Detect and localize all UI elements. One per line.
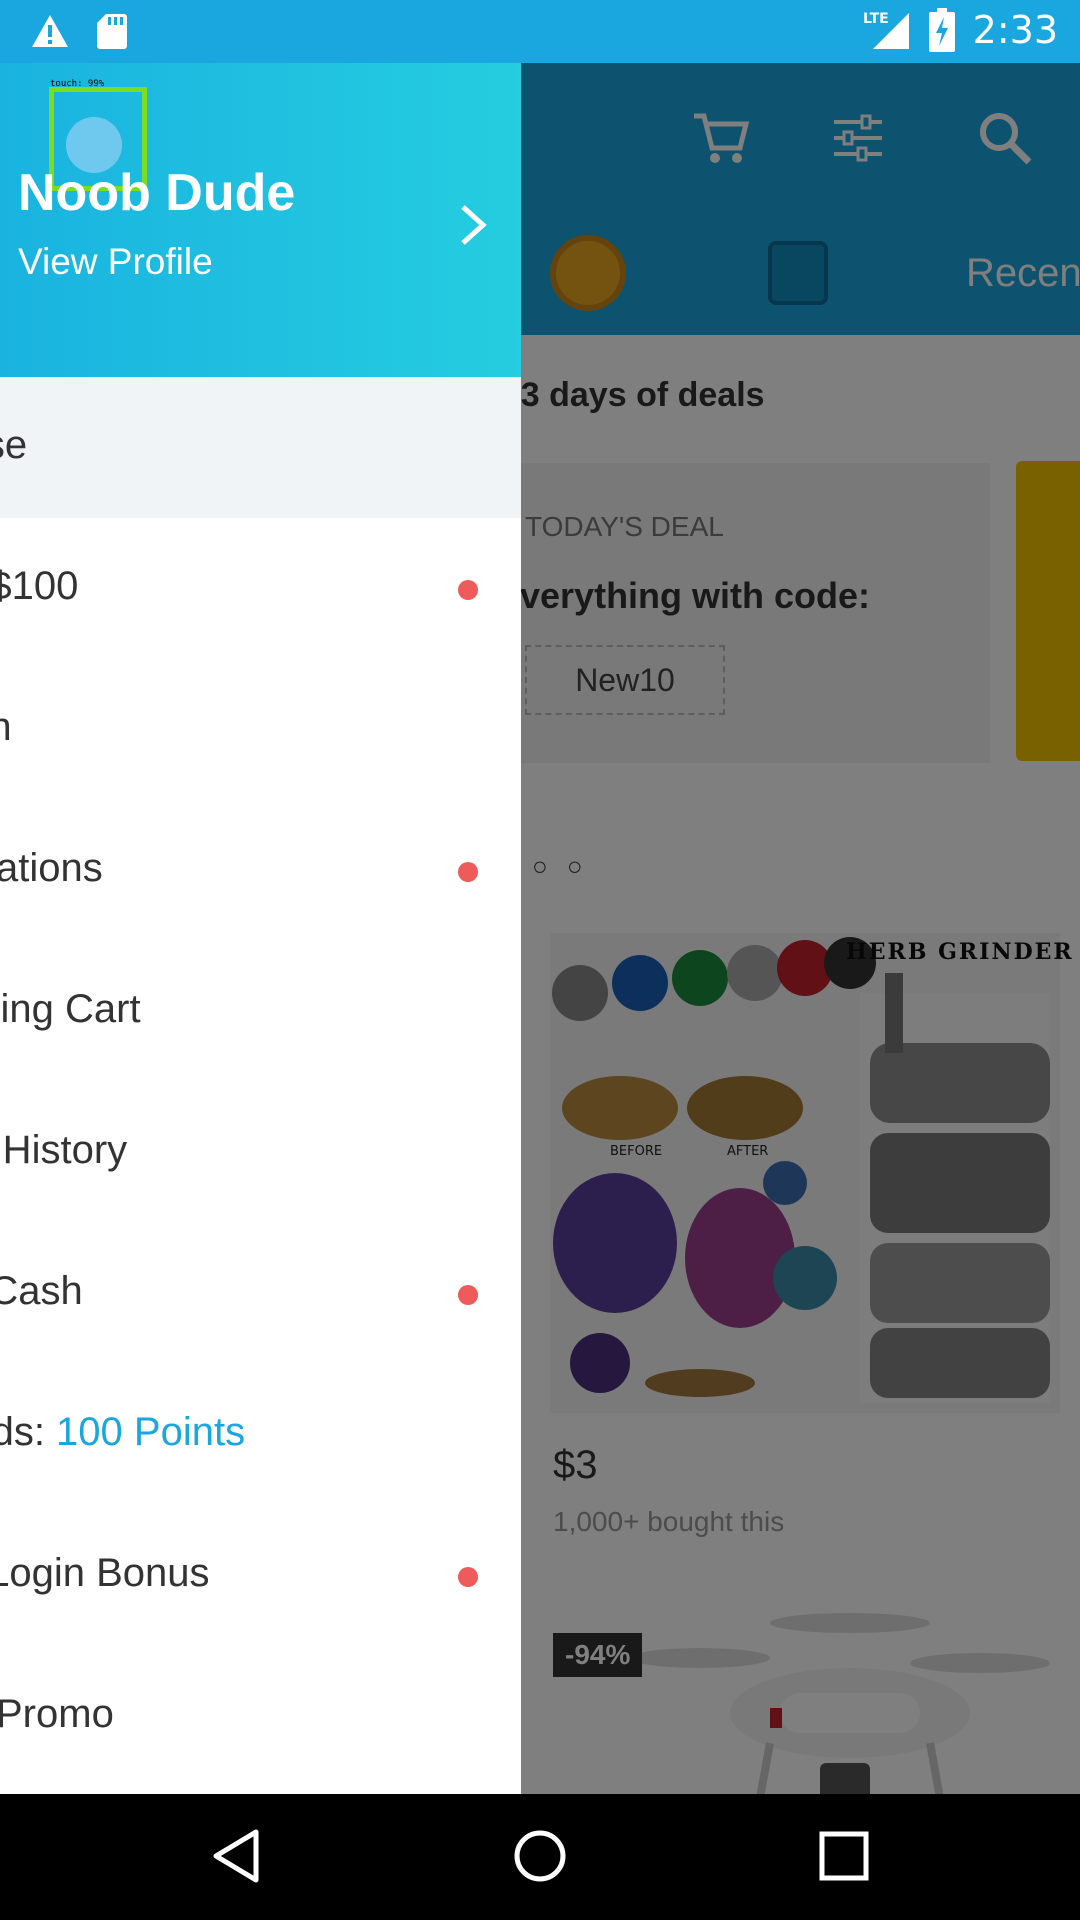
navigation-drawer: touch: 99% Noob Dude View Profile wse n $…: [0, 63, 521, 1794]
battery-charging-icon: [928, 8, 955, 52]
svg-text:LTE: LTE: [863, 11, 889, 27]
drawer-menu-item[interactable]: fications: [0, 800, 521, 941]
drawer-menu-item-label: oping Cart: [0, 987, 141, 1032]
back-icon[interactable]: [204, 1824, 268, 1888]
drawer-header[interactable]: touch: 99% Noob Dude View Profile: [0, 63, 521, 377]
notification-dot: [458, 862, 478, 882]
drawer-menu-item-label: n Cash: [0, 1269, 83, 1314]
drawer-menu-item[interactable]: rch: [0, 659, 521, 800]
drawer-menu-item-label: ly Promo: [0, 1692, 114, 1737]
system-nav-bar: [0, 1794, 1080, 1920]
rewards-points: 100 Points: [56, 1410, 246, 1454]
drawer-menu-item[interactable]: n $100: [0, 518, 521, 659]
notification-dot: [458, 580, 478, 600]
menu-label-text: ly Promo: [0, 1692, 114, 1736]
recents-icon[interactable]: [812, 1824, 876, 1888]
user-name: Noob Dude: [18, 164, 296, 222]
drawer-menu-item[interactable]: oping Cart: [0, 941, 521, 1082]
menu-label-text: rch: [0, 705, 12, 749]
warning-icon: [32, 15, 68, 47]
menu-label-text: n Cash: [0, 1269, 83, 1313]
menu-label-text: er History: [0, 1128, 128, 1172]
sd-card-icon: [97, 14, 127, 49]
drawer-menu-item[interactable]: y Login Bonus: [0, 1505, 521, 1646]
menu-label-text: ards:: [0, 1410, 45, 1454]
menu-label-text: n $100: [0, 564, 79, 608]
menu-label-text: y Login Bonus: [0, 1551, 210, 1595]
notification-dot: [458, 1285, 478, 1305]
chevron-right-icon[interactable]: [455, 201, 491, 249]
drawer-menu-item[interactable]: n Cash: [0, 1223, 521, 1364]
drawer-menu-item-label: y Login Bonus: [0, 1551, 210, 1596]
home-icon[interactable]: [508, 1824, 572, 1888]
drawer-menu-item[interactable]: ards: 100 Points: [0, 1364, 521, 1505]
drawer-menu-item-label: rch: [0, 705, 12, 750]
drawer-menu-item-label: ards: 100 Points: [0, 1410, 245, 1455]
drawer-menu-item-label: n $100: [0, 564, 78, 609]
drawer-menu-item[interactable]: ly Promo: [0, 1646, 521, 1787]
notification-dot: [458, 1567, 478, 1587]
drawer-menu-item-label: wse: [0, 423, 27, 468]
drawer-menu-item[interactable]: wse: [0, 377, 521, 518]
menu-label-text: wse: [0, 423, 28, 467]
menu-label-text: fications: [0, 846, 103, 890]
clock: 2:33: [972, 8, 1058, 52]
drawer-menu-item-label: fications: [0, 846, 103, 891]
drawer-menu-item[interactable]: er History: [0, 1082, 521, 1223]
view-profile-link[interactable]: View Profile: [18, 241, 213, 283]
drawer-menu-item-label: er History: [0, 1128, 127, 1173]
status-bar: LTE 2:33: [0, 0, 1080, 63]
touch-indicator-label: touch: 99%: [50, 79, 105, 89]
signal-icon: LTE: [863, 11, 909, 49]
menu-label-text: oping Cart: [0, 987, 141, 1031]
